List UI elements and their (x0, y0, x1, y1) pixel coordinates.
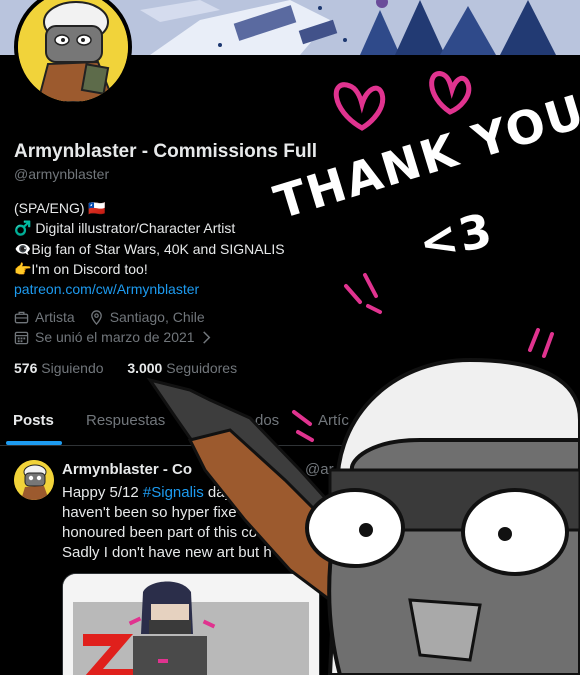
followers-count: 3.000 (127, 360, 163, 376)
hashtag-link[interactable]: #Signalis (143, 484, 204, 501)
tweet-text-line: Sadly I don't have new art but h (62, 544, 272, 561)
following-count: 576 (14, 360, 38, 376)
location-pin-icon (90, 309, 102, 325)
followers-link[interactable]: 3.000 Seguidores (127, 360, 237, 376)
tab-highlights[interactable]: dos (255, 412, 279, 429)
tweet-author-avatar[interactable] (14, 460, 54, 500)
chevron-right-icon[interactable] (199, 330, 214, 345)
profile-handle: @armynblaster (14, 166, 110, 182)
tweet-author-name[interactable]: Armynblaster - Co (62, 461, 192, 478)
tweet-media-illustration (63, 574, 319, 675)
profile-tabs: Posts Respuestas dos Artíc (0, 398, 580, 446)
profile-meta-row: Artista Santiago, Chile (14, 309, 205, 325)
following-link[interactable]: 576 Siguiendo (14, 360, 104, 376)
heart-emoticon-overlay-text: <3 (414, 202, 499, 271)
tweet-author-handle[interactable]: @ar (305, 461, 334, 478)
profile-website-link[interactable]: patreon.com/cw/Armynblaster (14, 279, 334, 299)
tweet-text-part: day (203, 484, 233, 501)
profile-avatar[interactable] (14, 0, 132, 106)
tab-replies[interactable]: Respuestas (86, 412, 165, 429)
calendar-icon (14, 331, 29, 344)
heart-icon (333, 82, 386, 131)
bio-line: 👉I'm on Discord too! (14, 260, 148, 277)
tweet-text-part: Happy 5/12 (62, 484, 143, 501)
briefcase-icon (14, 311, 29, 323)
profile-joined-row: Se unió el marzo de 2021 (14, 329, 214, 345)
tab-posts[interactable]: Posts (13, 412, 54, 429)
profile-location: Santiago, Chile (109, 309, 205, 325)
active-tab-indicator (6, 441, 62, 445)
avatar-character-illustration (14, 460, 54, 500)
profile-follow-stats: 576 Siguiendo 3.000 Seguidores (14, 360, 237, 376)
profile-joined-date: Se unió el marzo de 2021 (35, 329, 195, 345)
following-label: Siguiendo (41, 360, 104, 376)
tweet-text: Happy 5/12 #Signalis day haven't been so… (62, 483, 362, 563)
bio-line: 👁‍🗨Big fan of Star Wars, 40K and SIGNALI… (14, 240, 285, 257)
profile-display-name: Armynblaster - Commissions Full (14, 141, 318, 162)
avatar-character-illustration (18, 0, 128, 102)
tab-articles[interactable]: Artíc (318, 412, 349, 429)
profile-category: Artista (35, 309, 75, 325)
followers-label: Seguidores (166, 360, 238, 376)
tweet-text-line: haven't been so hyper fixe (62, 504, 237, 521)
tweet-media-image[interactable] (62, 573, 320, 675)
tweet-text-line: honoured been part of this co (62, 524, 258, 541)
heart-icon (429, 71, 472, 115)
